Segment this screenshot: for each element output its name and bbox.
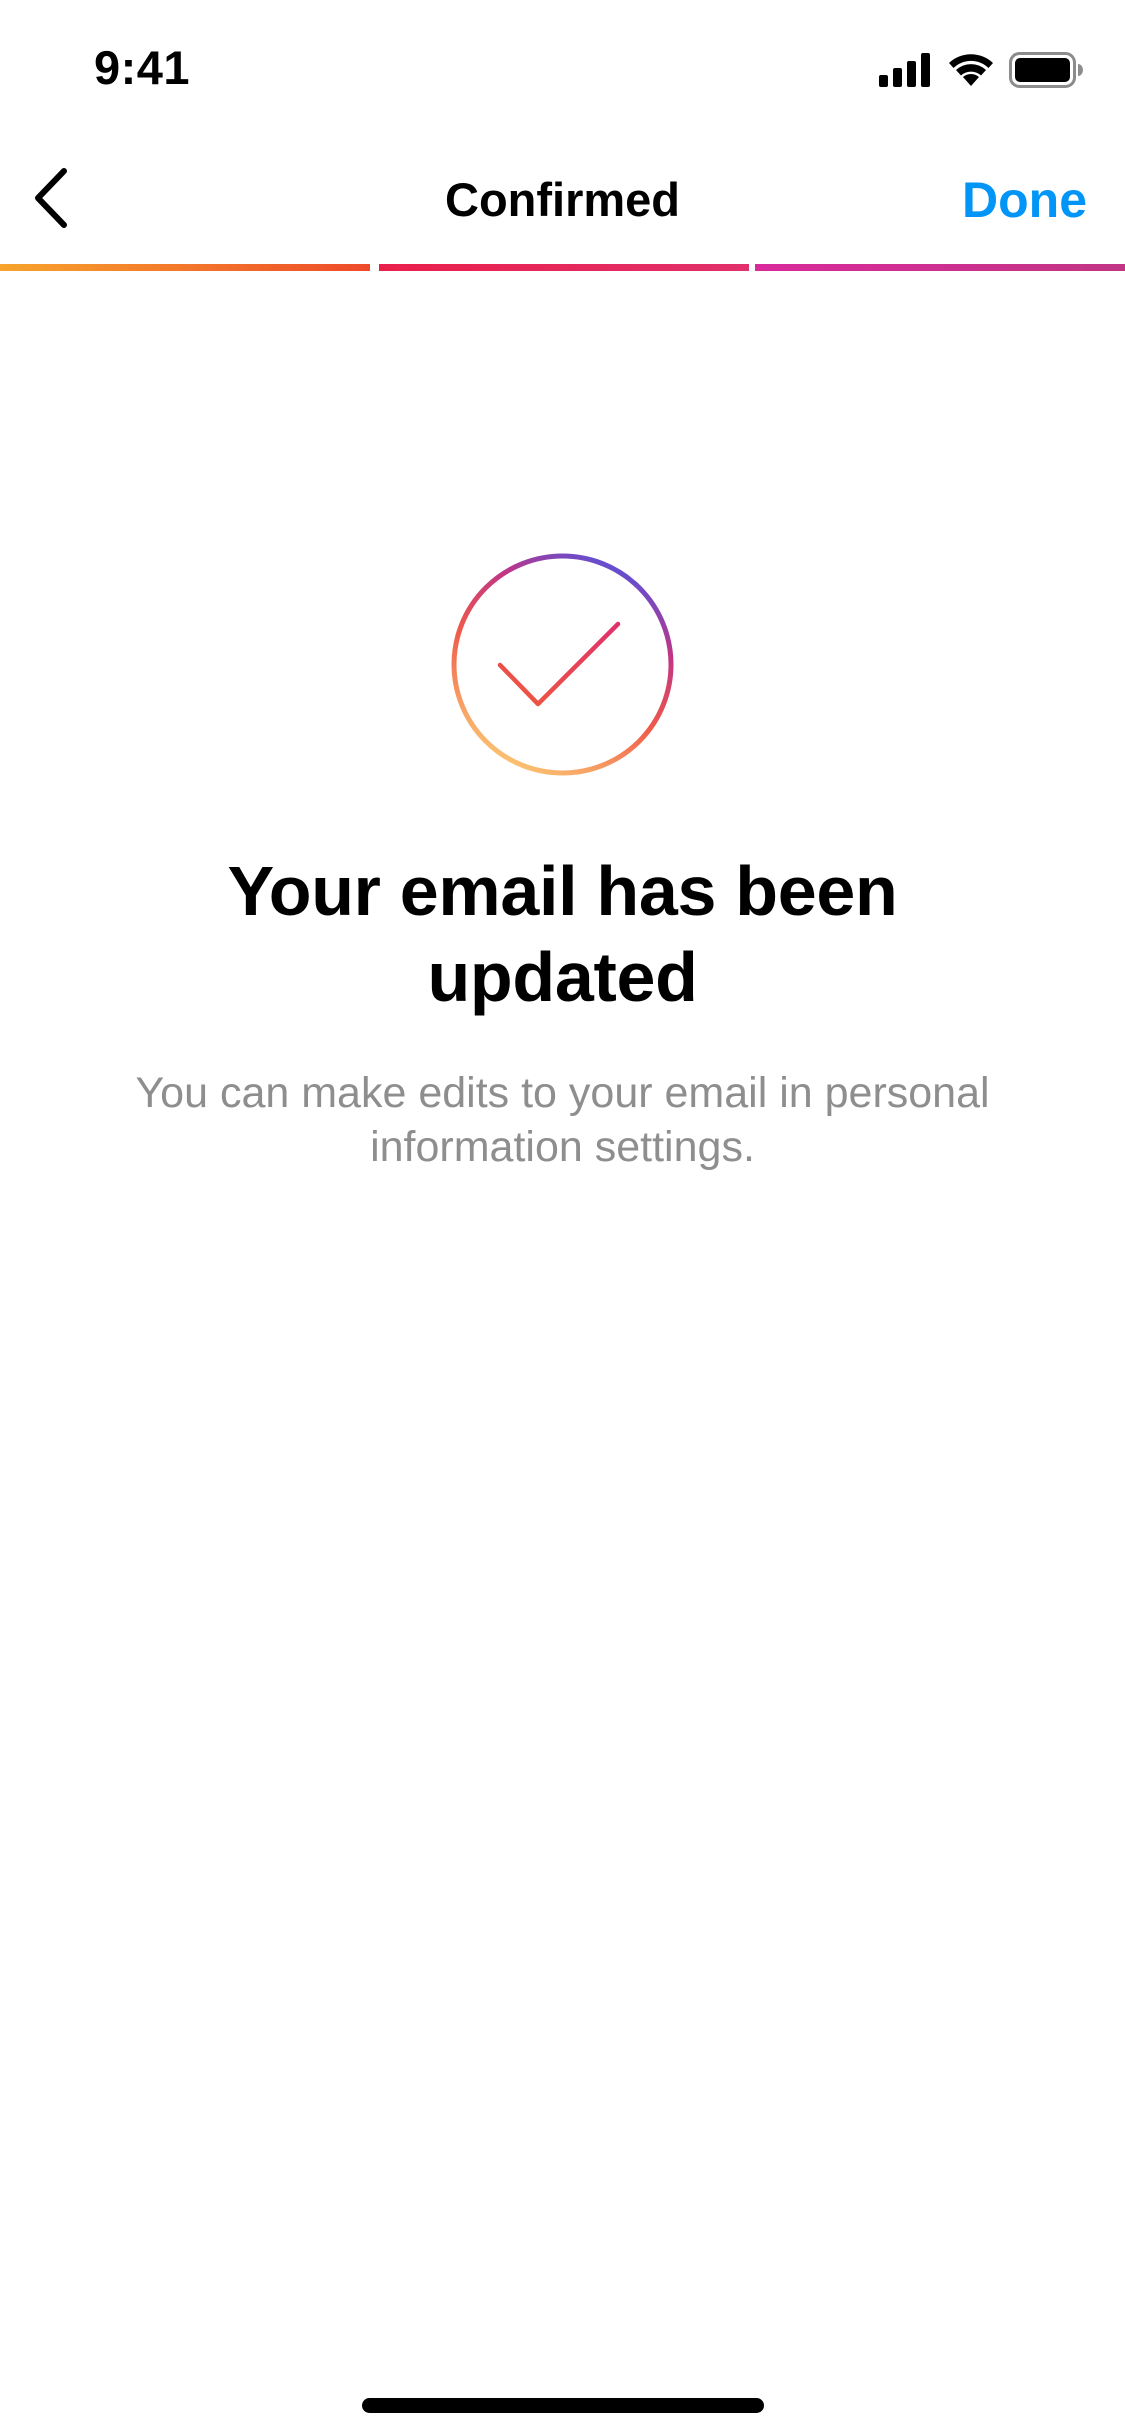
- status-icons: [879, 50, 1083, 90]
- nav-bar: Confirmed Done: [0, 140, 1125, 260]
- email-updated-screen: 9:41 Confirmed Done Your email has been …: [0, 0, 1125, 2436]
- battery-icon: [1009, 52, 1083, 88]
- done-button[interactable]: Done: [962, 170, 1087, 230]
- confirmation-headline: Your email has been updated: [227, 852, 898, 1016]
- status-time: 9:41: [94, 41, 191, 94]
- wifi-icon: [947, 52, 995, 88]
- confirmation-subtext: You can make edits to your email in pers…: [135, 1069, 990, 1171]
- page-title: Confirmed: [445, 173, 680, 226]
- status-bar: 9:41: [0, 0, 1125, 132]
- progress-step-2: [379, 264, 749, 271]
- progress-step-3: [755, 264, 1125, 271]
- home-indicator[interactable]: [362, 2398, 764, 2413]
- cellular-signal-icon: [879, 53, 933, 87]
- progress-steps: [0, 264, 1125, 271]
- checkmark-circle-icon: [450, 552, 675, 777]
- progress-step-1: [0, 264, 370, 271]
